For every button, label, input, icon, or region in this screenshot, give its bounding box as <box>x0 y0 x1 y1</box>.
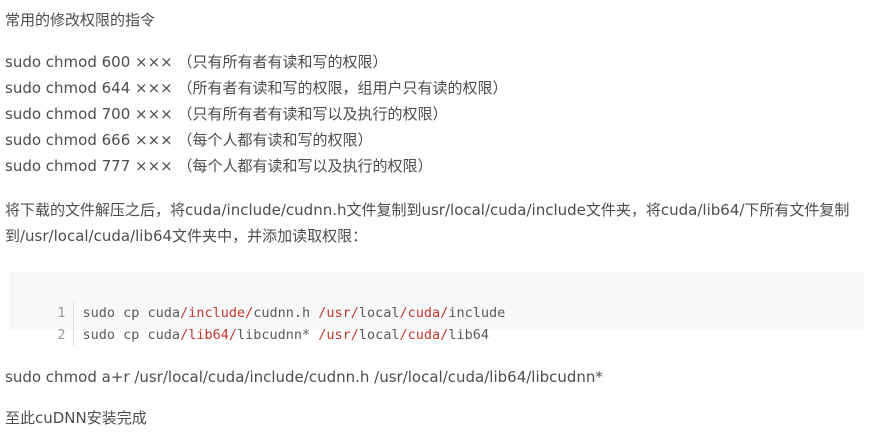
code-block[interactable]: 1 sudo cp cuda/include/cudnn.h /usr/local… <box>9 272 864 346</box>
conclusion-line: 至此cuDNN安装完成 <box>5 409 147 427</box>
code-token: /usr/ <box>318 327 359 343</box>
permission-line-777: sudo chmod 777 ××× （每个人都有读和写以及执行的权限） <box>5 157 433 175</box>
permission-line-644: sudo chmod 644 ××× （所有者有读和写的权限，组用户只有读的权限… <box>5 79 508 97</box>
code-token: /cuda/ <box>399 327 449 343</box>
code-token: sudo cp cuda <box>82 327 181 343</box>
line-number: 2 <box>42 324 74 346</box>
section-heading: 常用的修改权限的指令 <box>5 11 156 29</box>
chmod-command-line: sudo chmod a+r /usr/local/cuda/include/c… <box>5 368 603 386</box>
code-token: local <box>358 327 400 343</box>
code-line: 1 sudo cp cuda/include/cudnn.h /usr/local… <box>9 280 505 324</box>
code-token: /lib64/ <box>180 327 237 343</box>
permission-line-700: sudo chmod 700 ××× （只有所有者有读和写以及执行的权限） <box>5 105 448 123</box>
permission-list: sudo chmod 600 ××× （只有所有者有读和写的权限） sudo c… <box>5 51 508 181</box>
permission-line-666: sudo chmod 666 ××× （每个人都有读和写的权限） <box>5 131 373 149</box>
code-token: libcudnn* <box>236 327 319 343</box>
code-token: lib64 <box>448 327 489 343</box>
copy-instructions-paragraph: 将下载的文件解压之后，将cuda/include/cudnn.h文件复制到usr… <box>5 201 850 245</box>
code-line: 2 sudo cp cuda/lib64/libcudnn* /usr/local… <box>9 302 489 346</box>
permission-line-600: sudo chmod 600 ××× （只有所有者有读和写的权限） <box>5 53 388 71</box>
